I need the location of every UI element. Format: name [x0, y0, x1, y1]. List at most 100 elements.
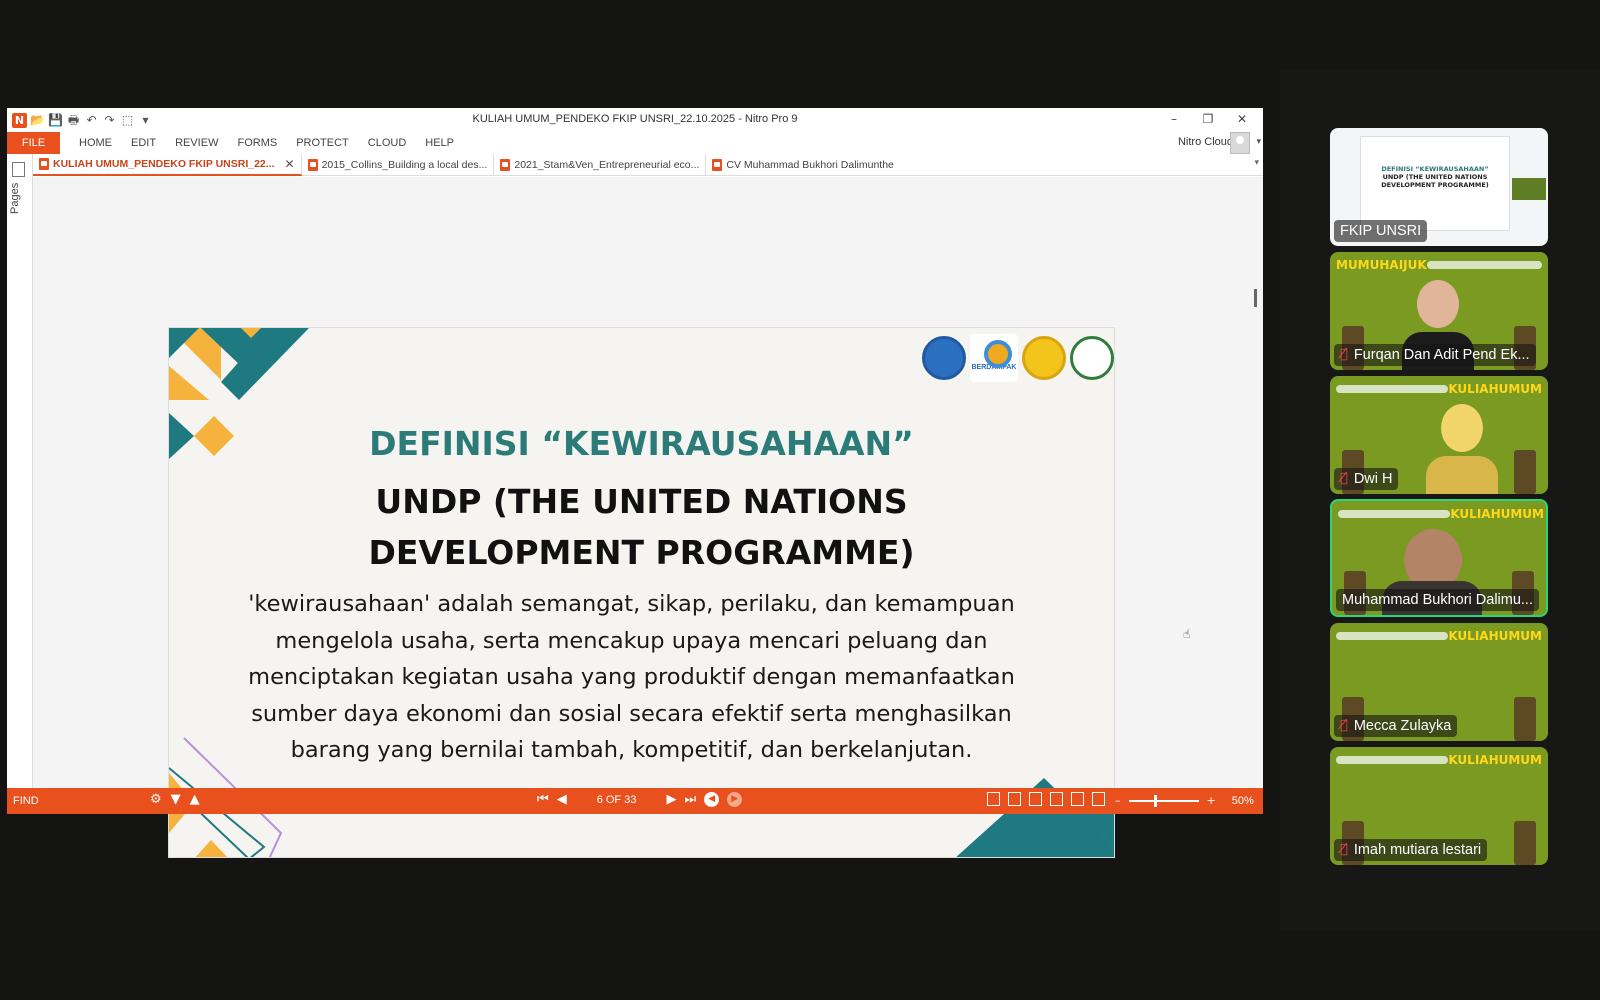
file-tab[interactable]: FILE — [7, 132, 60, 154]
settings-icon[interactable]: ⚙ — [150, 792, 162, 807]
select-tool-icon[interactable]: ⬚ — [120, 113, 135, 128]
find-next-icon[interactable]: ▼ — [171, 792, 181, 807]
previous-view-icon[interactable]: ◀ — [704, 792, 720, 807]
document-viewer[interactable]: ☝ BERDAMPAK DEFINISI “KEWIRAUSAHAAN” UND… — [33, 177, 1263, 858]
minimize-button[interactable]: – — [1159, 110, 1189, 128]
customize-dropdown-icon[interactable]: ▾ — [138, 113, 153, 128]
tab-edit[interactable]: EDIT — [131, 137, 156, 149]
participant-name-tag: Muhammad Bukhori Dalimu... — [1336, 589, 1539, 611]
find-previous-icon[interactable]: ▲ — [190, 792, 200, 807]
zoom-slider-knob[interactable] — [1153, 794, 1157, 807]
participant-tile[interactable]: KULIAHUMUM 🎙̸ Imah mutiara lestari — [1330, 747, 1548, 865]
mic-off-icon: 🎙̸ — [1340, 471, 1348, 486]
tab-cloud[interactable]: CLOUD — [368, 137, 407, 149]
banner-text: MUMUHAIJUK — [1336, 258, 1427, 272]
participant-tile[interactable]: KULIAHUMUM 🎙̸ Dwi H — [1330, 376, 1548, 494]
redo-icon[interactable]: ↷ — [102, 113, 117, 128]
zoom-level[interactable]: 50% — [1232, 795, 1254, 807]
doc-tab-active[interactable]: KULIAH UMUM_PENDEKO FKIP UNSRI_22... ✕ — [33, 153, 302, 176]
mini-slide-text: DEFINISI “KEWIRAUSAHAAN” UNDP (THE UNITE… — [1361, 165, 1509, 189]
find-tools: ⚙ ▼ ▲ — [150, 792, 200, 807]
participant-name: Dwi H — [1353, 471, 1393, 487]
virtual-background-banner: KULIAHUMUM — [1336, 382, 1542, 396]
first-page-icon[interactable]: ⏮ — [537, 792, 549, 807]
pdf-file-icon — [39, 157, 49, 170]
account-dropdown-icon[interactable]: ▾ — [1256, 137, 1261, 147]
doc-tab-label: 2021_Stam&Ven_Entrepreneurial eco... — [514, 158, 700, 171]
find-button[interactable]: FIND — [13, 795, 39, 807]
virtual-background-banner: MUMUHAIJUK — [1336, 258, 1542, 272]
unsri-logo — [1022, 336, 1066, 380]
tab-forms[interactable]: FORMS — [237, 137, 277, 149]
doc-tab[interactable]: 2021_Stam&Ven_Entrepreneurial eco... — [494, 153, 707, 176]
tab-protect[interactable]: PROTECT — [296, 137, 349, 149]
nitro-logo-icon: N — [12, 112, 27, 128]
participant-tile[interactable]: KULIAHUMUM 🎙̸ Mecca Zulayka — [1330, 623, 1548, 741]
zoom-out-icon[interactable]: – — [1115, 794, 1121, 807]
document-tabs: KULIAH UMUM_PENDEKO FKIP UNSRI_22... ✕ 2… — [33, 153, 1263, 176]
zoom-in-icon[interactable]: + — [1207, 794, 1216, 807]
last-page-icon[interactable]: ⏭ — [684, 792, 696, 807]
mini-slide-line: UNDP (THE UNITED NATIONS — [1382, 173, 1488, 181]
doc-tab[interactable]: 2015_Collins_Building a local des... — [302, 153, 495, 176]
doc-tab[interactable]: CV Muhammad Bukhori Dalimunthe — [706, 154, 900, 176]
single-page-view-icon[interactable] — [987, 792, 1000, 806]
participant-name-tag: FKIP UNSRI — [1334, 220, 1428, 242]
pages-label[interactable]: Pages — [9, 174, 21, 214]
desktop: N 📂 💾 🖶 ↶ ↷ ⬚ ▾ KULIAH UMUM_PENDEKO FKIP… — [0, 0, 1600, 1000]
unimed-logo — [1070, 336, 1114, 380]
pdf-file-icon — [712, 158, 723, 171]
tabs-dropdown-icon[interactable]: ▾ — [1254, 158, 1259, 168]
previous-page-icon[interactable]: ◀ — [557, 792, 567, 807]
fullscreen-view-icon[interactable] — [1071, 792, 1084, 806]
slide-subtitle-line2: DEVELOPMENT PROGRAMME) — [368, 533, 915, 572]
slide-subtitle-line1: UNDP (THE UNITED NATIONS — [375, 482, 908, 521]
avatar[interactable] — [1230, 132, 1250, 154]
restore-button[interactable]: ❐ — [1193, 110, 1223, 128]
mic-off-icon: 🎙̸ — [1340, 347, 1348, 362]
zoom-slider[interactable] — [1128, 794, 1199, 807]
doc-tab-label: 2015_Collins_Building a local des... — [321, 158, 488, 171]
pdf-file-icon — [307, 158, 318, 171]
participant-video — [1426, 396, 1498, 494]
pdf-file-icon — [500, 158, 511, 171]
reading-view-icon[interactable] — [1092, 792, 1105, 806]
participant-name-tag: 🎙̸ Imah mutiara lestari — [1334, 839, 1488, 861]
doc-tab-label: KULIAH UMUM_PENDEKO FKIP UNSRI_22... — [53, 157, 275, 170]
continuous-view-icon[interactable] — [1008, 792, 1021, 806]
hand-cursor-icon: ☝ — [1183, 627, 1191, 641]
nitro-cloud-link[interactable]: Nitro Cloud — [1178, 136, 1233, 148]
banner-text: KULIAHUMUM — [1448, 753, 1542, 767]
facing-view-icon[interactable] — [1029, 792, 1042, 806]
participant-name: Mecca Zulayka — [1353, 718, 1452, 734]
participant-tile-active-speaker[interactable]: KULIAHUMUM Muhammad Bukhori Dalimu... — [1330, 499, 1548, 617]
print-icon[interactable]: 🖶 — [66, 113, 81, 128]
pages-side-pane[interactable]: Pages — [7, 154, 33, 788]
page-indicator[interactable]: 6 OF 33 — [597, 794, 637, 806]
close-button[interactable]: ✕ — [1227, 110, 1257, 128]
next-page-icon[interactable]: ▶ — [666, 792, 676, 807]
title-bar: N 📂 💾 🖶 ↶ ↷ ⬚ ▾ KULIAH UMUM_PENDEKO FKIP… — [7, 108, 1263, 132]
tab-help[interactable]: HELP — [425, 137, 454, 149]
banner-text: KULIAHUMUM — [1450, 507, 1544, 521]
virtual-background-banner: KULIAHUMUM — [1336, 753, 1542, 767]
save-icon[interactable]: 💾 — [48, 113, 63, 128]
slide-title: DEFINISI “KEWIRAUSAHAAN” — [369, 424, 914, 463]
close-tab-icon[interactable]: ✕ — [285, 157, 295, 171]
facing-continuous-view-icon[interactable] — [1050, 792, 1063, 806]
participant-tile[interactable]: MUMUHAIJUK 🎙̸ Furqan Dan Adit Pend Ek... — [1330, 252, 1548, 370]
kemendikbud-logo — [922, 336, 966, 380]
open-icon[interactable]: 📂 — [30, 113, 45, 128]
diktisaintek-logo: BERDAMPAK — [970, 334, 1018, 382]
tab-home[interactable]: HOME — [79, 137, 112, 149]
window-controls: – ❐ ✕ — [1159, 110, 1257, 128]
mic-off-icon: 🎙̸ — [1340, 842, 1348, 857]
virtual-background-banner: KULIAHUMUM — [1336, 629, 1542, 643]
tab-review[interactable]: REVIEW — [175, 137, 218, 149]
participant-tile-screen[interactable]: DEFINISI “KEWIRAUSAHAAN” UNDP (THE UNITE… — [1330, 128, 1548, 246]
speaker-thumbnail — [1512, 178, 1546, 200]
vertical-scrollbar[interactable] — [1254, 289, 1257, 307]
undo-icon[interactable]: ↶ — [84, 113, 99, 128]
participant-name: Muhammad Bukhori Dalimu... — [1342, 592, 1533, 608]
next-view-icon[interactable]: ▶ — [727, 792, 743, 807]
